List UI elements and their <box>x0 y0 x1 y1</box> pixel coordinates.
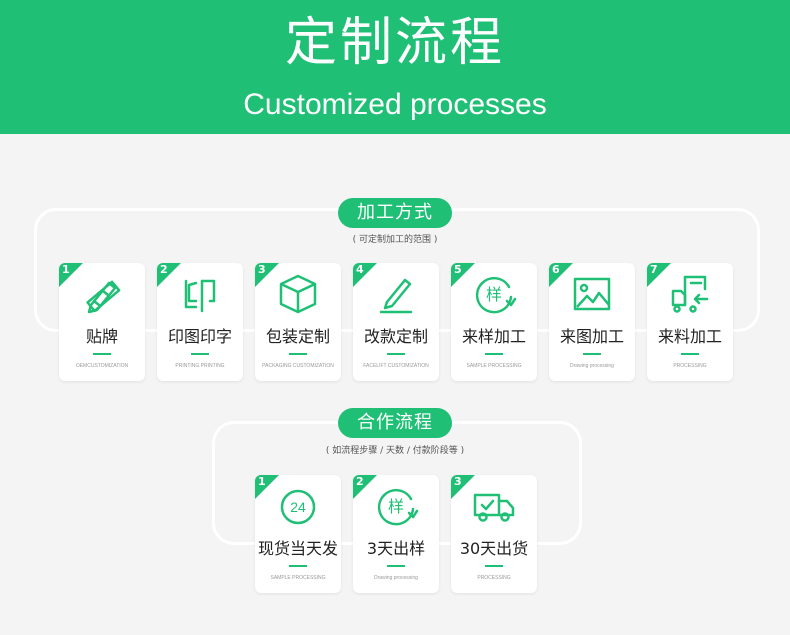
card-number: 2 <box>356 475 364 488</box>
hours-glyph: 24 <box>290 499 306 515</box>
divider <box>387 353 405 355</box>
card-number: 5 <box>454 263 462 276</box>
process-card-printing[interactable]: 2 印图印字 PRINTING PRINTING <box>157 263 243 381</box>
process-card-packaging[interactable]: 3 包装定制 PACKAGING CUSTOMIZATION <box>255 263 341 381</box>
process-card-facelift[interactable]: 4 改款定制 FACELIFT CUSTOMIZATION <box>353 263 439 381</box>
card-number: 3 <box>454 475 462 488</box>
card-title: 来料加工 <box>657 327 722 346</box>
sample-cycle-icon: 样 <box>471 271 517 317</box>
card-number: 1 <box>258 475 266 488</box>
card-title: 3天出样 <box>366 539 426 558</box>
divider <box>387 565 405 567</box>
divider <box>289 565 307 567</box>
delivery-truck-icon <box>471 483 517 529</box>
card-title: 贴牌 <box>85 327 118 346</box>
divider <box>485 565 503 567</box>
divider <box>289 353 307 355</box>
card-title: 现货当天发 <box>257 539 338 558</box>
print-stamp-icon <box>177 271 223 317</box>
card-subtitle: SAMPLE PROCESSING <box>270 575 326 581</box>
coop-card-sample[interactable]: 2 样 3天出样 Drawing processing <box>353 475 439 593</box>
package-box-icon <box>275 271 321 317</box>
process-card-material[interactable]: 7 来料加工 PROCESSING <box>647 263 733 381</box>
divider <box>583 353 601 355</box>
material-list-icon <box>667 271 713 317</box>
process-card-drawing[interactable]: 6 来图加工 Drawing processing <box>549 263 635 381</box>
pencil-ruler-icon <box>79 271 125 317</box>
divider <box>93 353 111 355</box>
section1-title: 加工方式 <box>338 198 452 228</box>
card-title: 来图加工 <box>559 327 624 346</box>
card-title: 改款定制 <box>363 327 428 346</box>
card-number: 3 <box>258 263 266 276</box>
section1-subtitle: ( 可定制加工的范围 ) <box>352 235 438 245</box>
sample-char-glyph: 样 <box>388 497 404 516</box>
card-subtitle: Drawing processing <box>570 363 614 369</box>
page-subtitle: Customized processes <box>243 88 547 121</box>
card-title: 30天出货 <box>459 539 529 558</box>
image-icon <box>569 271 615 317</box>
card-title: 包装定制 <box>265 327 330 346</box>
divider <box>485 353 503 355</box>
process-card-oem[interactable]: 1 贴牌 OEMCUSTOMIZATION <box>59 263 145 381</box>
card-title: 印图印字 <box>167 327 232 346</box>
divider <box>681 353 699 355</box>
divider <box>191 353 209 355</box>
card-subtitle: OEMCUSTOMIZATION <box>75 363 129 369</box>
card-subtitle: FACELIFT CUSTOMIZATION <box>363 363 429 369</box>
coop-card-shipping[interactable]: 3 30天出货 PROCESSING <box>451 475 537 593</box>
section2-title: 合作流程 <box>338 408 452 438</box>
card-subtitle: PROCESSING <box>477 575 511 581</box>
card-number: 2 <box>160 263 168 276</box>
edit-pen-icon <box>373 271 419 317</box>
card-number: 4 <box>356 263 364 276</box>
sample-cycle-icon: 样 <box>373 483 419 529</box>
card-number: 1 <box>62 263 70 276</box>
card-number: 7 <box>650 263 658 276</box>
24h-icon: 24 <box>275 483 321 529</box>
card-subtitle: Drawing processing <box>374 575 418 581</box>
card-title: 来样加工 <box>461 327 526 346</box>
process-card-sample[interactable]: 5 样 来样加工 SAMPLE PROCESSING <box>451 263 537 381</box>
section2-subtitle: ( 如流程步骤 / 天数 / 付款阶段等 ) <box>325 446 465 456</box>
card-subtitle: PRINTING PRINTING <box>175 363 225 369</box>
card-subtitle: SAMPLE PROCESSING <box>466 363 522 369</box>
page-title: 定制流程 <box>284 13 505 73</box>
header-banner: 定制流程 Customized processes <box>0 0 790 134</box>
card-subtitle: PROCESSING <box>673 363 707 369</box>
card-number: 6 <box>552 263 560 276</box>
coop-card-same-day[interactable]: 1 24 现货当天发 SAMPLE PROCESSING <box>255 475 341 593</box>
card-subtitle: PACKAGING CUSTOMIZATION <box>262 363 334 369</box>
sample-char-glyph: 样 <box>486 285 502 304</box>
